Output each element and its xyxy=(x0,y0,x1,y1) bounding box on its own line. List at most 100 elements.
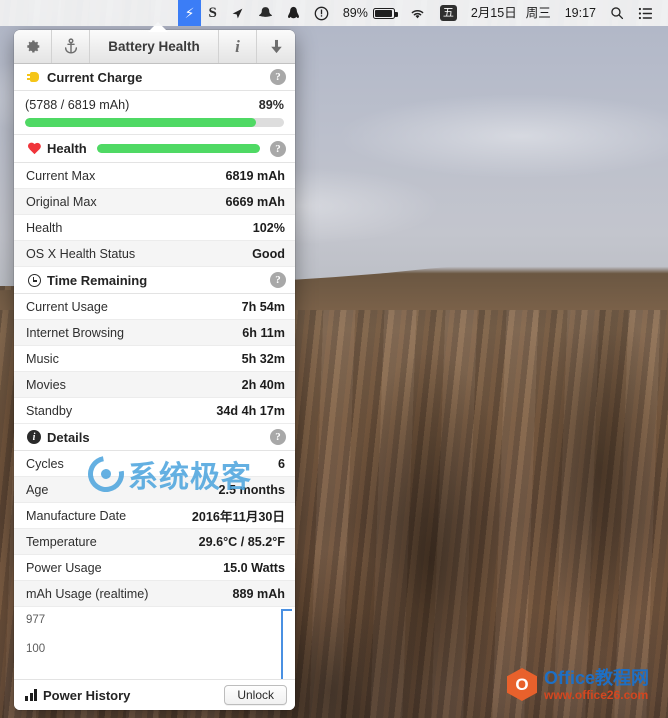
time-remaining-title: Time Remaining xyxy=(47,272,148,288)
plug-icon xyxy=(25,72,43,82)
menubar-shadowsocks-icon[interactable]: S xyxy=(201,0,223,26)
time-label: 19:17 xyxy=(564,5,596,20)
clock-icon xyxy=(25,273,43,287)
row-key: Cycles xyxy=(26,456,64,471)
table-row: Standby 34d 4h 17m xyxy=(14,398,295,424)
row-value: 6819 mAh xyxy=(225,168,285,183)
popover-title: Battery Health xyxy=(90,30,219,63)
table-row: Movies 2h 40m xyxy=(14,372,295,398)
details-title: Details xyxy=(47,429,90,445)
wifi-icon xyxy=(411,9,424,18)
graph-plot-line xyxy=(281,609,292,679)
row-key: mAh Usage (realtime) xyxy=(26,586,149,601)
table-row: OS X Health Status Good xyxy=(14,241,295,267)
row-value: 29.6°C / 85.2°F xyxy=(198,534,285,549)
row-key: OS X Health Status xyxy=(26,246,136,261)
row-value: 6669 mAh xyxy=(225,194,285,209)
menubar-lightning-icon[interactable]: ⚡ xyxy=(177,0,202,26)
menubar-qq-icon[interactable] xyxy=(280,0,307,26)
lightning-bolt-glyph: ⚡ xyxy=(184,5,195,21)
graph-bottom-label: 100 xyxy=(26,643,46,655)
section-current-charge: Current Charge ? xyxy=(14,64,295,91)
weekday-label: 周三 xyxy=(525,5,551,20)
menubar-weekday[interactable]: 周三 xyxy=(524,0,558,26)
table-row: Current Usage 7h 54m xyxy=(14,294,295,320)
battery-icon xyxy=(372,7,398,19)
section-time-remaining: Time Remaining ? xyxy=(14,267,295,294)
search-icon xyxy=(611,7,624,20)
menubar-location-arrow-icon[interactable] xyxy=(224,0,251,26)
heart-icon xyxy=(25,143,43,155)
menubar-battery-status[interactable]: 89% xyxy=(336,0,402,26)
row-value: 6h 11m xyxy=(242,325,285,340)
health-rows: Current Max 6819 mAh Original Max 6669 m… xyxy=(14,163,295,267)
download-arrow-icon xyxy=(270,39,282,54)
section-health: Health ? xyxy=(14,135,295,163)
penguin-icon xyxy=(287,6,299,18)
notification-center-icon xyxy=(638,7,652,19)
menubar-input-source[interactable]: 五 xyxy=(433,0,464,26)
menubar-notification-center[interactable] xyxy=(631,0,660,26)
power-history-footer: Power History Unlock xyxy=(14,680,295,710)
menubar-do-not-disturb-icon[interactable] xyxy=(307,0,336,26)
current-charge-title: Current Charge xyxy=(47,69,143,85)
anchor-icon xyxy=(64,38,77,54)
table-row: Power Usage 15.0 Watts xyxy=(14,555,295,581)
menubar-wifi-icon[interactable] xyxy=(402,0,433,26)
table-row: Manufacture Date 2016年11月30日 xyxy=(14,503,295,529)
details-help-button[interactable]: ? xyxy=(270,429,286,445)
menubar-time[interactable]: 19:17 xyxy=(558,0,603,26)
health-progress-bar xyxy=(96,144,260,153)
table-row: Music 5h 32m xyxy=(14,346,295,372)
row-value: 15.0 Watts xyxy=(223,560,285,575)
row-value: 889 mAh xyxy=(232,586,286,601)
time-remaining-help-button[interactable]: ? xyxy=(270,272,286,288)
row-value: 2016年11月30日 xyxy=(191,510,285,524)
row-key: Health xyxy=(26,220,63,235)
current-charge-help-button[interactable]: ? xyxy=(270,69,286,85)
gear-icon xyxy=(27,40,40,53)
row-value: 2h 40m xyxy=(241,377,285,392)
row-value: 7h 54m xyxy=(241,299,285,314)
table-row: Original Max 6669 mAh xyxy=(14,189,295,215)
charge-progress-track xyxy=(25,118,284,127)
row-value: 6 xyxy=(277,456,285,471)
menubar-snapchat-icon[interactable] xyxy=(251,0,280,26)
battery-health-popover: Battery Health i Current Charge ? (5788 … xyxy=(14,30,295,710)
info-italic-icon: i xyxy=(235,36,240,56)
table-row: Current Max 6819 mAh xyxy=(14,163,295,189)
details-rows: Cycles 6 Age 2.5 months Manufacture Date… xyxy=(14,451,295,607)
menu-bar: ⚡ S 89% 五 2月15日 周三 19:17 xyxy=(0,0,668,26)
table-row: Temperature 29.6°C / 85.2°F xyxy=(14,529,295,555)
row-value: Good xyxy=(252,246,285,261)
row-key: Current Usage xyxy=(26,299,108,314)
unlock-button[interactable]: Unlock xyxy=(224,685,287,705)
circle-exclamation-icon xyxy=(314,6,329,20)
pin-anchor-button[interactable] xyxy=(52,30,90,63)
row-key: Temperature xyxy=(26,534,97,549)
menubar-date[interactable]: 2月15日 xyxy=(464,0,524,26)
row-key: Manufacture Date xyxy=(26,508,127,523)
table-row: Age 2.5 months xyxy=(14,477,295,503)
bar-chart-icon xyxy=(25,689,37,701)
row-value: 102% xyxy=(252,220,285,235)
health-help-button[interactable]: ? xyxy=(270,140,286,157)
download-button[interactable] xyxy=(257,30,295,63)
charge-progress-fill xyxy=(25,118,256,127)
table-row: Internet Browsing 6h 11m xyxy=(14,320,295,346)
popover-toolbar: Battery Health i xyxy=(14,30,295,64)
health-bar-wrap xyxy=(87,144,270,153)
s-letter-glyph: S xyxy=(208,4,217,21)
input-source-glyph: 五 xyxy=(439,5,457,21)
info-circle-icon: i xyxy=(25,430,43,444)
menubar-spotlight-search[interactable] xyxy=(603,0,631,26)
date-label: 2月15日 xyxy=(470,5,517,20)
settings-button[interactable] xyxy=(14,30,52,63)
ghost-icon xyxy=(258,7,272,17)
power-history-graph[interactable]: 977 100 xyxy=(14,607,295,680)
charge-percent-label: 89% xyxy=(258,98,284,112)
health-title: Health xyxy=(47,141,87,156)
current-charge-meter: (5788 / 6819 mAh) 89% xyxy=(14,91,295,135)
about-info-button[interactable]: i xyxy=(219,30,257,63)
row-key: Original Max xyxy=(26,194,97,209)
